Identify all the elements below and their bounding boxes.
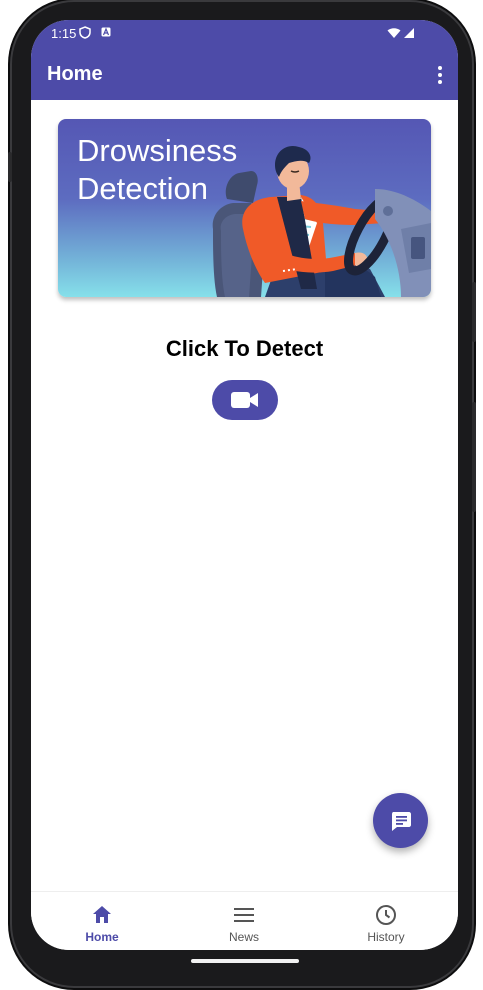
status-bar: 1:15 [31, 20, 458, 50]
power-button [472, 282, 476, 342]
volume-button [8, 152, 12, 182]
volume-rocker [472, 402, 476, 512]
page-title: Home [47, 63, 103, 85]
signal-icon [403, 27, 415, 42]
bottom-navigation: Home News History [31, 891, 458, 950]
wifi-icon [387, 27, 401, 42]
chat-fab[interactable] [373, 793, 428, 848]
app-screen: 1:15 Home Drowsiness Detection Click To … [31, 20, 458, 950]
video-camera-icon [231, 392, 258, 408]
detect-camera-button[interactable] [212, 380, 278, 420]
detect-label: Click To Detect [165, 336, 324, 361]
sleepy-driver-illustration [212, 145, 431, 297]
nav-label-news: News [228, 930, 259, 944]
home-icon [93, 906, 111, 923]
chat-icon [391, 811, 411, 831]
nav-label-home: Home [85, 930, 119, 944]
nav-item-history[interactable]: History [315, 892, 457, 950]
nav-item-news[interactable]: News [173, 892, 315, 950]
app-bar: Home [31, 50, 458, 100]
status-time: 1:15 [51, 26, 77, 41]
shield-icon [79, 26, 91, 42]
drowsiness-banner: Drowsiness Detection [58, 119, 431, 297]
gesture-area [31, 950, 458, 974]
more-vert-icon[interactable] [432, 64, 448, 86]
keyboard-a-icon [101, 27, 111, 40]
home-indicator[interactable] [191, 959, 299, 963]
menu-lines-icon [234, 908, 254, 922]
clock-icon [376, 905, 396, 925]
nav-label-history: History [367, 930, 405, 944]
nav-item-home[interactable]: Home [31, 892, 173, 950]
